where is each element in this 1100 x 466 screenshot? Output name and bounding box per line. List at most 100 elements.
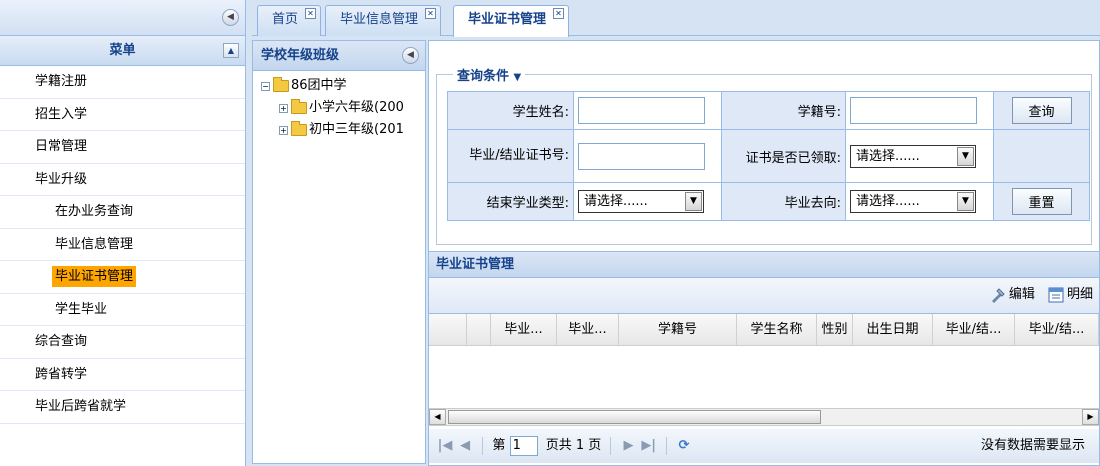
destination-select[interactable]: 请选择...... ▼ <box>850 190 976 213</box>
school-tree-panel: 学校年级班级 ◀ − 86团中学 + 小学六年级(200 + 初中三年级(201 <box>252 40 426 464</box>
page-suffix: 页共 1 页 <box>545 438 602 453</box>
scroll-left-icon[interactable]: ◀ <box>429 409 446 425</box>
menu-item[interactable]: 跨省转学 <box>0 359 245 391</box>
tab-home-label: 首页 <box>272 12 299 27</box>
checkbox-column[interactable] <box>467 314 491 346</box>
menu-subitem[interactable]: 毕业信息管理 <box>0 229 245 261</box>
end-type-value: 请选择...... <box>584 194 648 209</box>
horizontal-scrollbar[interactable]: ◀ ▶ <box>429 408 1099 426</box>
tree-node-label[interactable]: 86团中学 <box>291 78 347 93</box>
pager-status: 没有数据需要显示 <box>980 438 1085 453</box>
collapse-left-panel-icon[interactable]: ◀ <box>222 9 239 26</box>
menu-item-label: 在办业务查询 <box>55 204 134 219</box>
menu-item-label: 跨省转学 <box>35 366 88 382</box>
destination-value: 请选择...... <box>856 194 920 209</box>
column-header[interactable]: 出生日期 <box>853 314 933 346</box>
student-id-input[interactable] <box>850 97 977 124</box>
menu-item-label: 毕业升级 <box>35 171 88 187</box>
refresh-icon[interactable]: ⟳ <box>676 429 692 462</box>
certificate-number-label: 毕业/结业证书号: <box>447 129 574 183</box>
search-button[interactable]: 查询 <box>1011 97 1072 124</box>
tree-expand-icon[interactable]: + <box>279 103 288 113</box>
first-page-icon[interactable]: |◀ <box>437 429 453 462</box>
query-legend-label: 查询条件 <box>457 69 510 84</box>
page-number-input[interactable]: 1 <box>509 435 538 456</box>
edit-icon <box>991 287 1005 303</box>
student-name-label: 学生姓名: <box>447 91 574 130</box>
query-legend[interactable]: 查询条件 ▼ <box>453 65 525 84</box>
dropdown-arrow-icon[interactable]: ▼ <box>685 192 702 211</box>
dropdown-arrow-icon[interactable]: ▼ <box>957 192 974 211</box>
student-name-input[interactable] <box>578 97 705 124</box>
detail-button[interactable]: 明细 <box>1047 278 1093 312</box>
previous-page-icon[interactable]: ◀ <box>457 429 473 462</box>
tree-node-label[interactable]: 小学六年级(200 <box>309 100 404 115</box>
column-header[interactable]: 学籍号 <box>619 314 737 346</box>
left-menu-panel: ◀ 菜单 ▲ 学籍注册 招生入学日常管理毕业升级在办业务查询 毕业信息管理毕业证书管… <box>0 0 246 466</box>
folder-icon <box>273 77 289 92</box>
menu-items: 学籍注册 招生入学日常管理毕业升级在办业务查询 毕业信息管理毕业证书管理学生毕业综合… <box>0 66 245 424</box>
row-number-column <box>429 314 467 346</box>
tree-node-child[interactable]: + 小学六年级(200 <box>253 97 425 119</box>
tab-graduation-info-label: 毕业信息管理 <box>340 12 419 27</box>
scroll-right-icon[interactable]: ▶ <box>1082 409 1099 425</box>
collapse-tree-panel-icon[interactable]: ◀ <box>402 47 419 64</box>
certificate-received-select[interactable]: 请选择...... ▼ <box>850 144 976 168</box>
tree-node-label[interactable]: 初中三年级(201 <box>309 122 404 137</box>
destination-label: 毕业去向: <box>721 182 846 221</box>
close-tab-icon[interactable]: ✕ <box>553 8 565 19</box>
tab-home[interactable]: 首页 ✕ <box>257 5 322 36</box>
menu-header: 菜单 ▲ <box>0 36 245 66</box>
menu-subitem[interactable]: 在办业务查询 <box>0 196 245 229</box>
reset-button[interactable]: 重置 <box>1011 188 1072 215</box>
menu-item-label: 毕业信息管理 <box>55 236 134 252</box>
detail-icon <box>1048 287 1064 302</box>
column-header[interactable]: 性别 <box>817 314 853 346</box>
column-header[interactable]: 毕业... <box>491 314 557 346</box>
menu-item[interactable]: 毕业升级 <box>0 164 245 196</box>
column-header[interactable]: 毕业... <box>557 314 619 346</box>
query-form: 学生姓名: 学籍号: 查询 毕业/结业证书号: 证书是否已领取: 请选择....… <box>447 91 1090 221</box>
menu-item-label: 毕业后跨省就学 <box>35 399 127 414</box>
menu-subitem[interactable]: 学生毕业 <box>0 294 245 326</box>
tree-node-root[interactable]: − 86团中学 <box>253 75 425 97</box>
menu-item[interactable]: 毕业后跨省就学 <box>0 391 245 424</box>
menu-collapse-icon[interactable]: ▲ <box>223 43 239 58</box>
menu-item-label: 综合查询 <box>35 334 88 349</box>
column-header[interactable]: 毕业/结... <box>933 314 1015 346</box>
menu-item[interactable]: 招生入学 <box>0 99 245 131</box>
grid-column-header: 毕业... 毕业... 学籍号 学生名称 性别 出生日期 毕业/结... 毕业/… <box>429 314 1099 346</box>
close-tab-icon[interactable]: ✕ <box>425 8 437 19</box>
next-page-icon[interactable]: ▶ <box>621 429 637 462</box>
menu-item-label: 学生毕业 <box>55 301 108 317</box>
end-type-select[interactable]: 请选择...... ▼ <box>578 190 704 213</box>
menu-item[interactable]: 学籍注册 <box>0 66 245 99</box>
tree-expand-icon[interactable]: + <box>279 125 288 135</box>
certificate-number-input[interactable] <box>578 142 705 170</box>
tab-graduation-certificate[interactable]: 毕业证书管理 ✕ <box>453 5 570 37</box>
dropdown-arrow-icon[interactable]: ▼ <box>957 146 974 166</box>
folder-icon <box>291 99 307 114</box>
certificate-received-value: 请选择...... <box>856 148 920 164</box>
menu-item-label: 毕业证书管理 <box>52 266 137 287</box>
last-page-icon[interactable]: ▶| <box>641 429 657 462</box>
pager-separator <box>482 436 484 455</box>
menu-item[interactable]: 综合查询 <box>0 326 245 359</box>
certificate-grid: 毕业证书管理 编辑 明细 毕业... 毕业... 学籍号 学生名称 性别 出生日… <box>429 251 1099 465</box>
menu-item-label: 日常管理 <box>35 139 88 154</box>
tab-bar: 首页 ✕ 毕业信息管理 ✕ 毕业证书管理 ✕ <box>252 0 1100 37</box>
grid-title: 毕业证书管理 <box>429 251 1099 278</box>
tree-collapse-icon[interactable]: − <box>261 81 270 91</box>
menu-item[interactable]: 日常管理 <box>0 131 245 164</box>
column-header[interactable]: 学生名称 <box>737 314 817 346</box>
tree-panel-title: 学校年级班级 <box>261 48 340 63</box>
menu-subitem[interactable]: 毕业证书管理 <box>0 261 245 294</box>
column-header[interactable]: 毕业/结... <box>1015 314 1099 346</box>
scroll-thumb[interactable] <box>448 410 821 424</box>
tab-graduation-info[interactable]: 毕业信息管理 ✕ <box>325 5 442 36</box>
grid-pager: |◀ ◀ 第 1 页共 1 页 ▶ ▶| ⟳ 没有数据需要显示 <box>429 429 1099 463</box>
tree-node-child[interactable]: + 初中三年级(201 <box>253 119 425 141</box>
edit-button[interactable]: 编辑 <box>989 278 1035 312</box>
student-id-label: 学籍号: <box>721 91 846 130</box>
close-tab-icon[interactable]: ✕ <box>305 8 317 19</box>
